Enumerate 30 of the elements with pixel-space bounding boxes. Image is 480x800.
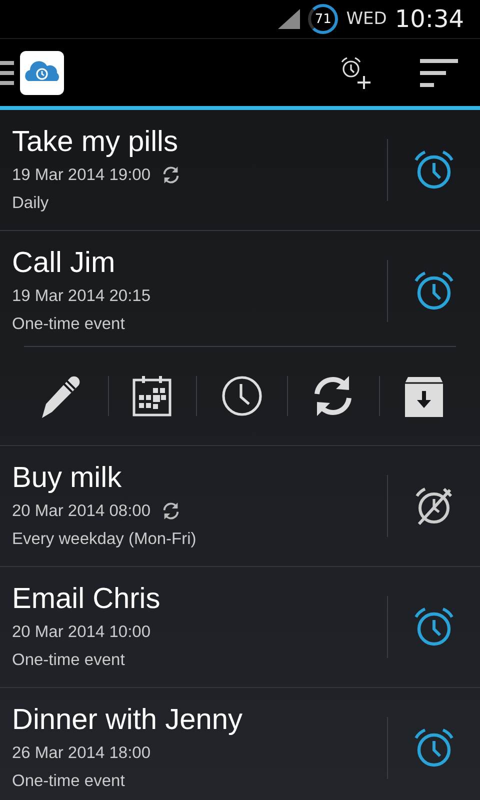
sort-icon[interactable]: [420, 58, 458, 86]
clock-icon[interactable]: [220, 375, 263, 417]
recurrence-label: Daily: [12, 193, 50, 214]
archive-icon[interactable]: [404, 375, 444, 417]
reminder-title: Call Jim: [12, 246, 116, 280]
signal-icon: [278, 9, 300, 29]
reminder-datetime: 19 Mar 2014 19:00: [12, 165, 151, 186]
reminder-title: Email Chris: [12, 582, 162, 616]
reminder-datetime: 20 Mar 2014 10:00: [12, 622, 151, 643]
battery-indicator: 71: [308, 4, 338, 34]
recurrence-label: One-time event: [12, 650, 126, 671]
reminder-item[interactable]: Call Jim 19 Mar 2014 20:15 One-time event: [0, 231, 480, 351]
menu-icon[interactable]: [0, 60, 14, 86]
recurrence-label: Every weekday (Mon-Fri): [12, 529, 198, 550]
reminder-item[interactable]: Email Chris 20 Mar 2014 10:00 One-time event: [0, 567, 480, 687]
reminder-item[interactable]: Dinner with Jenny 26 Mar 2014 18:00 One-time event: [0, 688, 480, 800]
reminder-datetime: 26 Mar 2014 18:00: [12, 743, 151, 764]
recurrence-label: One-time event: [12, 771, 126, 792]
reminder-item[interactable]: Buy milk 20 Mar 2014 08:00 Every weekday (Mon-Fri): [0, 446, 480, 566]
clock-time: 10:34: [394, 5, 464, 33]
reminder-title: Dinner with Jenny: [12, 703, 244, 737]
reminder-title: Buy milk: [12, 461, 123, 495]
day-label: WED: [346, 9, 387, 29]
recurrence-label: One-time event: [12, 314, 126, 335]
reminder-datetime: 20 Mar 2014 08:00: [12, 501, 151, 522]
reminder-datetime: 19 Mar 2014 20:15: [12, 286, 151, 307]
calendar-icon[interactable]: [132, 375, 172, 417]
reminder-title: Take my pills: [12, 125, 179, 159]
app-logo-icon[interactable]: [20, 50, 64, 94]
reminder-item[interactable]: Take my pills 19 Mar 2014 19:00 Daily: [0, 110, 480, 230]
